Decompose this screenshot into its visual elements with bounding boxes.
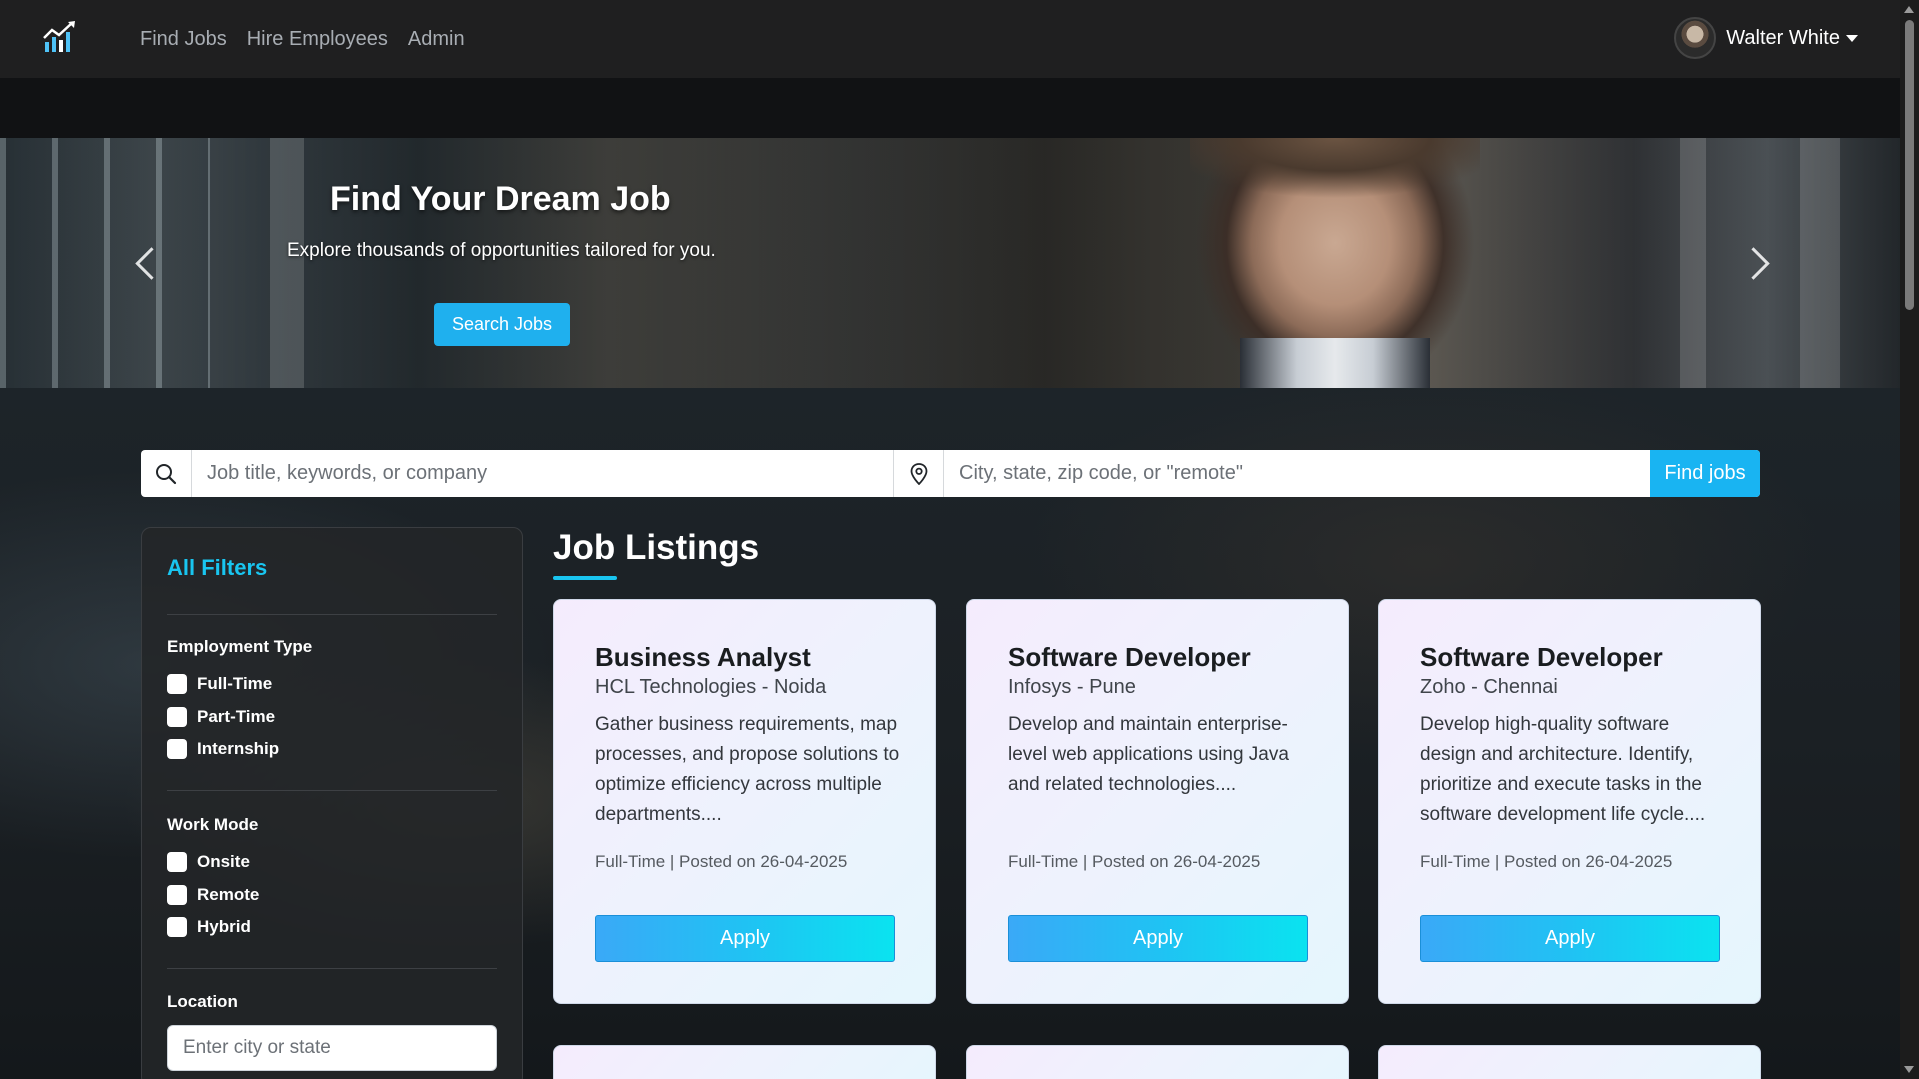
job-listings-title: Job Listings xyxy=(553,528,760,567)
keyword-search-input[interactable] xyxy=(192,450,893,497)
apply-button[interactable]: Apply xyxy=(595,915,895,962)
hero-background-pillar xyxy=(1800,138,1840,388)
job-meta: Full-Time | Posted on 26-04-2025 xyxy=(1420,852,1673,871)
work-mode-heading: Work Mode xyxy=(167,815,259,834)
filter-option-full-time[interactable]: Full-Time xyxy=(167,674,272,694)
filter-option-remote[interactable]: Remote xyxy=(167,885,259,905)
job-card: Software Developer Zoho - Chennai Develo… xyxy=(1378,599,1761,1004)
filter-option-label: Onsite xyxy=(197,852,250,871)
hero-portrait-collar xyxy=(1240,338,1430,388)
filters-panel: All Filters Employment Type Full-Time Pa… xyxy=(141,527,523,1079)
search-icon xyxy=(156,463,177,484)
hero-portrait-hair xyxy=(1190,138,1480,198)
job-card xyxy=(1378,1045,1761,1079)
hero-title: Find Your Dream Job xyxy=(330,180,671,218)
job-title: Software Developer xyxy=(1420,642,1663,672)
employment-type-heading: Employment Type xyxy=(167,637,313,656)
nav-link-find-jobs[interactable]: Find Jobs xyxy=(140,28,227,51)
chevron-left-icon[interactable] xyxy=(134,245,156,281)
avatar xyxy=(1674,17,1717,59)
filter-option-label: Remote xyxy=(197,885,260,904)
checkbox-full-time[interactable] xyxy=(167,674,187,694)
user-menu-dropdown[interactable]: Walter White xyxy=(1674,17,1858,59)
scroll-up-arrow-icon[interactable] xyxy=(1904,6,1914,13)
job-card: Business Analyst HCL Technologies - Noid… xyxy=(553,599,936,1004)
page-scrollbar[interactable] xyxy=(1900,0,1919,1079)
chevron-right-icon[interactable] xyxy=(1746,245,1768,281)
app-logo-icon[interactable] xyxy=(42,20,78,54)
filter-option-hybrid[interactable]: Hybrid xyxy=(167,917,251,937)
filter-option-label: Internship xyxy=(197,739,280,758)
search-icon-box xyxy=(141,450,192,497)
job-description: Gather business requirements, map proces… xyxy=(595,714,900,825)
job-company: Zoho - Chennai xyxy=(1420,676,1558,698)
user-name: Walter White xyxy=(1726,26,1840,49)
job-description: Develop high-quality software design and… xyxy=(1420,714,1706,825)
filter-option-label: Hybrid xyxy=(197,917,251,936)
find-jobs-button[interactable]: Find jobs xyxy=(1650,450,1760,497)
filter-option-label: Part-Time xyxy=(197,707,276,726)
filters-title: All Filters xyxy=(167,555,268,580)
search-jobs-button[interactable]: Search Jobs xyxy=(434,303,570,346)
hero-background-pillar xyxy=(1680,138,1706,388)
job-title: Software Developer xyxy=(1008,642,1251,672)
nav-link-admin[interactable]: Admin xyxy=(408,28,465,51)
nav-link-hire-employees[interactable]: Hire Employees xyxy=(247,28,388,51)
checkbox-hybrid[interactable] xyxy=(167,917,187,937)
checkbox-internship[interactable] xyxy=(167,739,187,759)
apply-button[interactable]: Apply xyxy=(1008,915,1308,962)
apply-button[interactable]: Apply xyxy=(1420,915,1720,962)
job-meta: Full-Time | Posted on 26-04-2025 xyxy=(595,852,848,871)
scrollbar-thumb[interactable] xyxy=(1905,20,1914,310)
job-company: Infosys - Pune xyxy=(1008,676,1136,698)
filter-option-part-time[interactable]: Part-Time xyxy=(167,707,275,727)
location-search-input[interactable] xyxy=(944,450,1650,497)
location-filter-input[interactable] xyxy=(167,1025,497,1071)
hero-background-pillar xyxy=(270,138,304,388)
title-underline xyxy=(553,576,617,580)
divider xyxy=(167,968,497,969)
top-navbar: Find Jobs Hire Employees Admin Walter Wh… xyxy=(0,0,1900,78)
caret-down-icon xyxy=(1846,34,1858,42)
job-search-bar: Find jobs xyxy=(141,450,1760,497)
scroll-down-arrow-icon[interactable] xyxy=(1904,1066,1914,1073)
nav-links: Find Jobs Hire Employees Admin xyxy=(140,0,465,78)
job-description: Develop and maintain enterprise-level we… xyxy=(1008,714,1289,795)
checkbox-remote[interactable] xyxy=(167,885,187,905)
location-pin-icon-box xyxy=(893,450,944,497)
job-card xyxy=(553,1045,936,1079)
hero-background-window xyxy=(0,138,210,388)
checkbox-part-time[interactable] xyxy=(167,707,187,727)
hero-carousel xyxy=(0,138,1900,388)
filter-option-onsite[interactable]: Onsite xyxy=(167,852,250,872)
job-company: HCL Technologies - Noida xyxy=(595,676,827,698)
hero-subtitle: Explore thousands of opportunities tailo… xyxy=(287,240,716,261)
divider xyxy=(167,614,497,615)
job-meta: Full-Time | Posted on 26-04-2025 xyxy=(1008,852,1261,871)
filter-option-internship[interactable]: Internship xyxy=(167,739,279,759)
job-title: Business Analyst xyxy=(595,642,811,672)
checkbox-onsite[interactable] xyxy=(167,852,187,872)
filter-option-label: Full-Time xyxy=(197,674,273,693)
location-heading: Location xyxy=(167,992,238,1011)
job-card: Software Developer Infosys - Pune Develo… xyxy=(966,599,1349,1004)
divider xyxy=(167,790,497,791)
job-card xyxy=(966,1045,1349,1079)
location-pin-icon xyxy=(910,462,927,485)
nav-spacer xyxy=(0,78,1900,138)
